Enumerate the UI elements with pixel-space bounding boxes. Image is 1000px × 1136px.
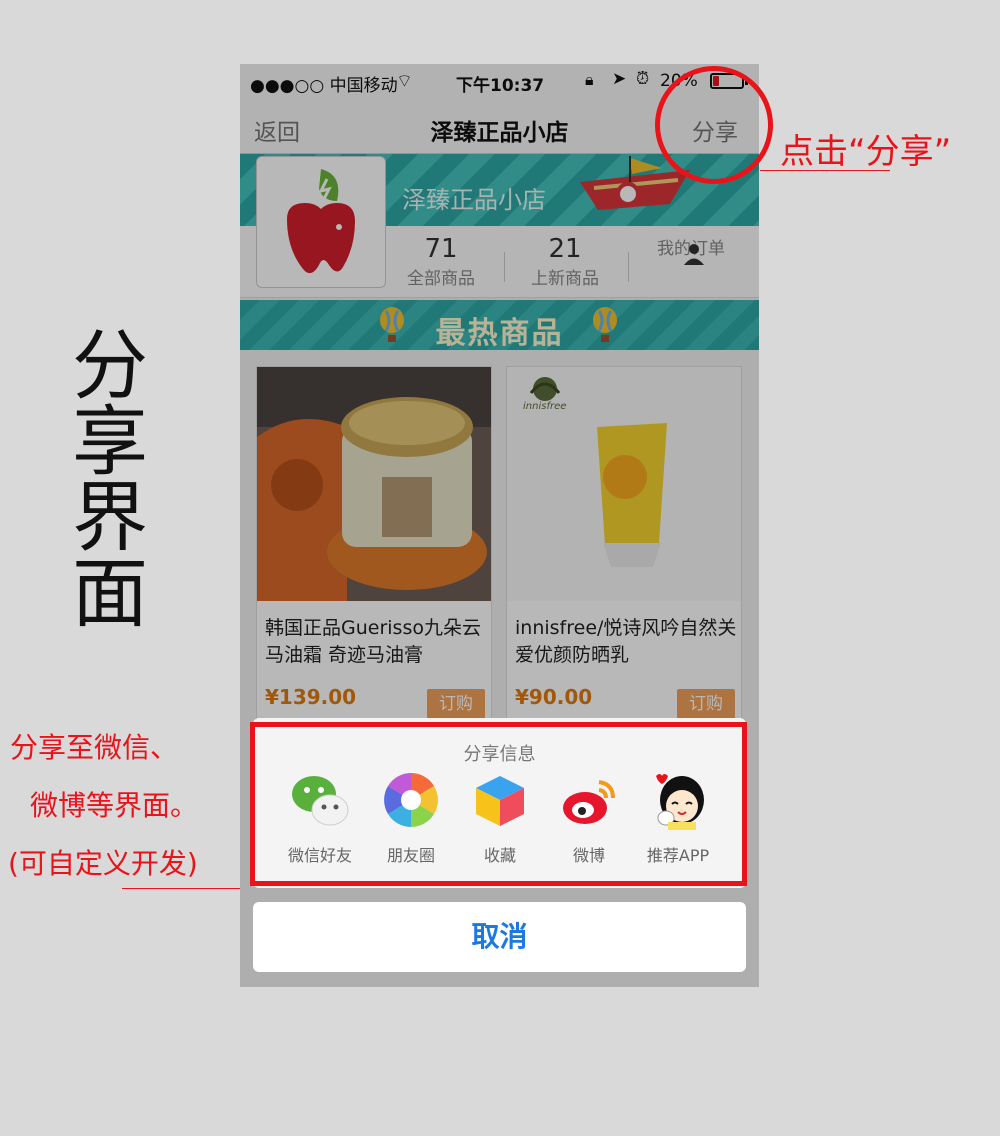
share-button-highlight <box>655 66 773 184</box>
share-sheet-highlight <box>250 722 747 886</box>
side-title-char: 享 <box>72 397 148 486</box>
side-title-char: 界 <box>72 473 148 562</box>
side-title-char: 分 <box>72 321 148 410</box>
phone-screen: ●●●○○ 中国移动 ⌔ 下午10:37 🔒︎ ➤ ⏰︎ 20% 泽臻正品小店 … <box>240 64 759 987</box>
share-to-note-line-1: 分享至微信、 <box>10 731 179 764</box>
share-to-note-line-2: 微博等界面。 <box>30 789 199 822</box>
click-share-note: 点击“分享” <box>780 132 952 172</box>
side-title-char: 面 <box>72 549 148 638</box>
side-title: 分 享 界 面 <box>62 328 158 632</box>
share-to-note-line-3: (可自定义开发) <box>8 847 198 880</box>
note-underline <box>122 888 254 889</box>
note-underline <box>760 170 890 171</box>
cancel-button[interactable]: 取消 <box>253 902 746 972</box>
